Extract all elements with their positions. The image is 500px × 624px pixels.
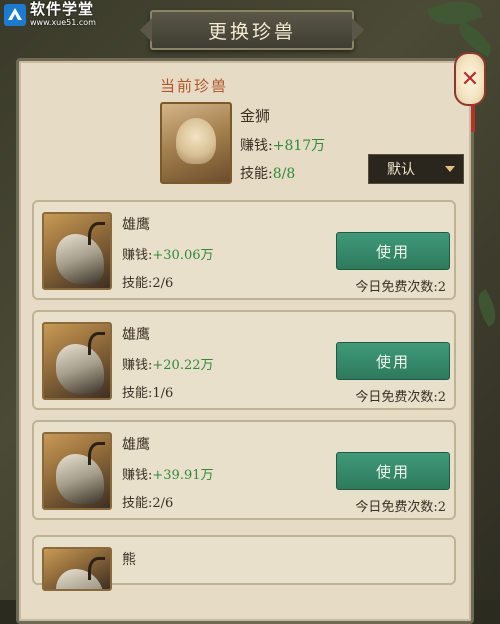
pet-earn-label: 赚钱: bbox=[122, 248, 153, 263]
pet-portrait bbox=[42, 547, 112, 591]
current-pet-portrait bbox=[160, 102, 232, 184]
dialog-title-bar: 更换珍兽 bbox=[140, 10, 364, 50]
pet-list-item: 熊 bbox=[32, 535, 456, 591]
pet-earn: 赚钱:+39.91万 bbox=[122, 464, 214, 483]
pet-earn-value: +39.91万 bbox=[152, 468, 214, 483]
pet-name: 雄鹰 bbox=[122, 217, 150, 233]
pet-list-item: 雄鹰 赚钱:+30.06万 技能:2/6 使用 今日免费次数:2 bbox=[32, 200, 456, 300]
use-pet-button[interactable]: 使用 bbox=[336, 232, 450, 270]
use-pet-button[interactable]: 使用 bbox=[336, 452, 450, 490]
close-button[interactable]: ✕ bbox=[454, 52, 486, 106]
lantern-tassel-decoration bbox=[471, 104, 475, 132]
current-pet-name: 金狮 bbox=[240, 107, 271, 125]
watermark-logo-icon bbox=[4, 4, 26, 26]
pet-portrait bbox=[42, 212, 112, 290]
pet-earn: 赚钱:+20.22万 bbox=[122, 354, 214, 373]
pet-list-item: 雄鹰 赚钱:+20.22万 技能:1/6 使用 今日免费次数:2 bbox=[32, 310, 456, 410]
free-uses-count: 今日免费次数:2 bbox=[355, 280, 446, 295]
close-icon: ✕ bbox=[460, 66, 480, 92]
pet-skill: 技能:2/6 bbox=[122, 496, 174, 511]
current-pet-earn-label: 赚钱: bbox=[240, 138, 273, 154]
chevron-down-icon bbox=[445, 166, 455, 172]
watermark-url: www.xue51.com bbox=[30, 18, 96, 27]
pet-skill: 技能:2/6 bbox=[122, 276, 174, 291]
pet-name: 熊 bbox=[122, 552, 136, 568]
pet-earn-value: +20.22万 bbox=[152, 358, 214, 373]
site-watermark: 软件学堂 www.xue51.com bbox=[4, 2, 119, 30]
pet-name: 雄鹰 bbox=[122, 327, 150, 343]
current-pet-label: 当前珍兽 bbox=[160, 77, 229, 95]
pet-portrait bbox=[42, 322, 112, 400]
use-pet-button[interactable]: 使用 bbox=[336, 342, 450, 380]
sort-dropdown[interactable]: 默认 bbox=[368, 154, 464, 184]
pet-earn-label: 赚钱: bbox=[122, 468, 153, 483]
watermark-title: 软件学堂 bbox=[30, 0, 95, 18]
dialog-title: 更换珍兽 bbox=[207, 20, 296, 43]
current-pet-earn-value: +817万 bbox=[272, 138, 326, 154]
current-pet-skill-value: 8/8 bbox=[272, 166, 296, 182]
free-uses-count: 今日免费次数:2 bbox=[355, 390, 446, 405]
pet-earn: 赚钱:+30.06万 bbox=[122, 244, 214, 263]
pet-list-item: 雄鹰 赚钱:+39.91万 技能:2/6 使用 今日免费次数:2 bbox=[32, 420, 456, 520]
pet-name: 雄鹰 bbox=[122, 437, 150, 453]
free-uses-count: 今日免费次数:2 bbox=[355, 500, 446, 515]
pet-earn-value: +30.06万 bbox=[152, 248, 214, 263]
pet-earn-label: 赚钱: bbox=[122, 358, 153, 373]
sort-dropdown-value: 默认 bbox=[387, 162, 415, 178]
current-pet-earn: 赚钱:+817万 bbox=[240, 135, 325, 155]
current-pet-skill-label: 技能: bbox=[240, 166, 273, 182]
current-pet-skill: 技能:8/8 bbox=[240, 163, 295, 183]
pet-portrait bbox=[42, 432, 112, 510]
pet-skill: 技能:1/6 bbox=[122, 386, 174, 401]
